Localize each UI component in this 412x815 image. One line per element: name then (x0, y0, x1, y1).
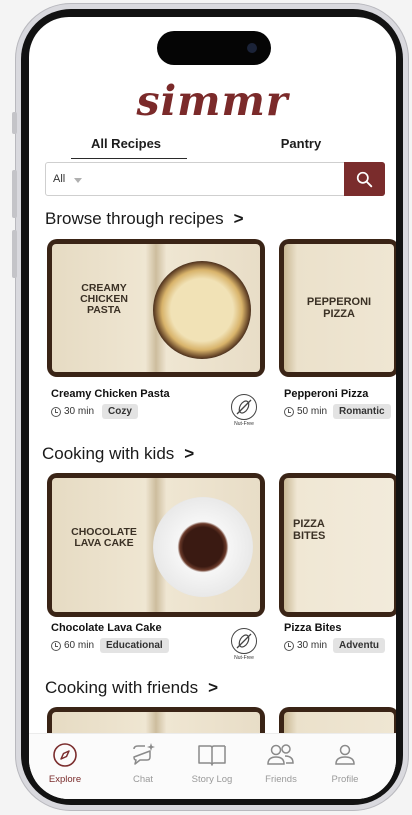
lava-cake-plate-image (153, 497, 253, 597)
filter-dropdown[interactable]: All (53, 173, 65, 185)
clock-icon (284, 640, 294, 651)
section-friends-heading[interactable]: Cooking with friends > (45, 678, 218, 698)
nut-free-icon (231, 394, 257, 420)
nav-profile-label: Profile (331, 774, 359, 785)
book-cover-image (284, 478, 394, 612)
dynamic-island (157, 31, 271, 65)
action-button (12, 112, 17, 134)
section-friends-title: Cooking with friends (45, 678, 199, 697)
nav-story-log-label: Story Log (191, 774, 233, 785)
recipe-card-creamy-chicken-pasta[interactable]: CREAMY CHICKEN PASTA (47, 239, 265, 377)
chevron-right-icon: > (233, 209, 244, 228)
compass-icon (53, 743, 77, 767)
recipe-cover-title: CHOCOLATE LAVA CAKE (71, 526, 137, 550)
nav-profile[interactable]: Profile (315, 742, 375, 785)
tab-pantry[interactable]: Pantry (276, 136, 326, 151)
bottom-nav: Explore Chat Story Log Friends Profile (29, 733, 396, 799)
section-kids-heading[interactable]: Cooking with kids > (42, 444, 194, 464)
chevron-right-icon: > (208, 678, 219, 697)
mood-tag: Cozy (102, 404, 138, 419)
book-icon (198, 745, 226, 766)
camera-icon (247, 43, 257, 53)
volume-down-button (12, 230, 17, 278)
app-screen: simmr All Recipes Pantry All Browse thro… (29, 17, 396, 799)
mood-tag: Adventu (333, 638, 386, 653)
recipe-meta: 50 min Romantic (284, 404, 391, 419)
recipe-name: Chocolate Lava Cake (51, 622, 162, 634)
recipe-name: Pizza Bites (284, 622, 342, 634)
pasta-plate-image (153, 261, 251, 359)
nav-chat-label: Chat (132, 774, 154, 785)
recipe-card-pepperoni-pizza[interactable]: PEPPERONI PIZZA (279, 239, 396, 377)
nav-explore-label: Explore (48, 774, 82, 785)
nut-free-icon (231, 628, 257, 654)
recipe-card-pizza-bites[interactable]: PIZZA BITES (279, 473, 396, 617)
search-button[interactable] (344, 162, 385, 196)
search-bar: All (45, 162, 385, 196)
recipe-cover-title: PEPPERONI PIZZA (306, 296, 372, 320)
volume-up-button (12, 170, 17, 218)
recipe-name: Creamy Chicken Pasta (51, 388, 170, 400)
recipe-name: Pepperoni Pizza (284, 388, 369, 400)
nav-story-log[interactable]: Story Log (182, 742, 242, 785)
nut-free-label: Nut-Free (234, 421, 254, 427)
section-kids-title: Cooking with kids (42, 444, 175, 463)
recipe-meta: 30 min Adventu (284, 638, 386, 653)
app-logo: simmr (136, 77, 289, 125)
tab-all-recipes[interactable]: All Recipes (71, 136, 187, 159)
nav-chat[interactable]: Chat (113, 742, 173, 785)
chevron-down-icon[interactable] (74, 178, 82, 183)
search-icon (356, 171, 373, 187)
recipe-meta: 60 min Educational (51, 638, 169, 653)
section-browse-title: Browse through recipes (45, 209, 224, 228)
nut-free-label: Nut-Free (234, 655, 254, 661)
profile-icon (335, 744, 355, 765)
recipe-cover-title: PIZZA BITES (293, 518, 326, 542)
active-tab-underline (71, 157, 187, 159)
nav-friends[interactable]: Friends (251, 742, 311, 785)
clock-icon (51, 406, 61, 417)
nut-free-badge: Nut-Free (229, 394, 259, 427)
search-input[interactable] (91, 166, 341, 192)
cook-time: 60 min (64, 640, 95, 651)
mood-tag: Educational (100, 638, 169, 653)
clock-icon (284, 406, 294, 417)
recipe-meta: 30 min Cozy (51, 404, 138, 419)
nav-friends-label: Friends (265, 774, 297, 785)
clock-icon (51, 640, 61, 651)
chat-sparkle-icon (133, 743, 155, 765)
friends-icon (267, 744, 294, 765)
section-browse-heading[interactable]: Browse through recipes > (45, 209, 244, 229)
cook-time: 50 min (297, 406, 328, 417)
nav-explore[interactable]: Explore (35, 742, 95, 785)
recipe-card-chocolate-lava-cake[interactable]: CHOCOLATE LAVA CAKE (47, 473, 265, 617)
cook-time: 30 min (297, 640, 328, 651)
mood-tag: Romantic (333, 404, 391, 419)
chevron-right-icon: > (184, 444, 195, 463)
cook-time: 30 min (64, 406, 95, 417)
recipe-cover-title: CREAMY CHICKEN PASTA (80, 282, 128, 317)
nut-free-badge: Nut-Free (229, 628, 259, 661)
tab-all-recipes-label: All Recipes (90, 136, 162, 151)
